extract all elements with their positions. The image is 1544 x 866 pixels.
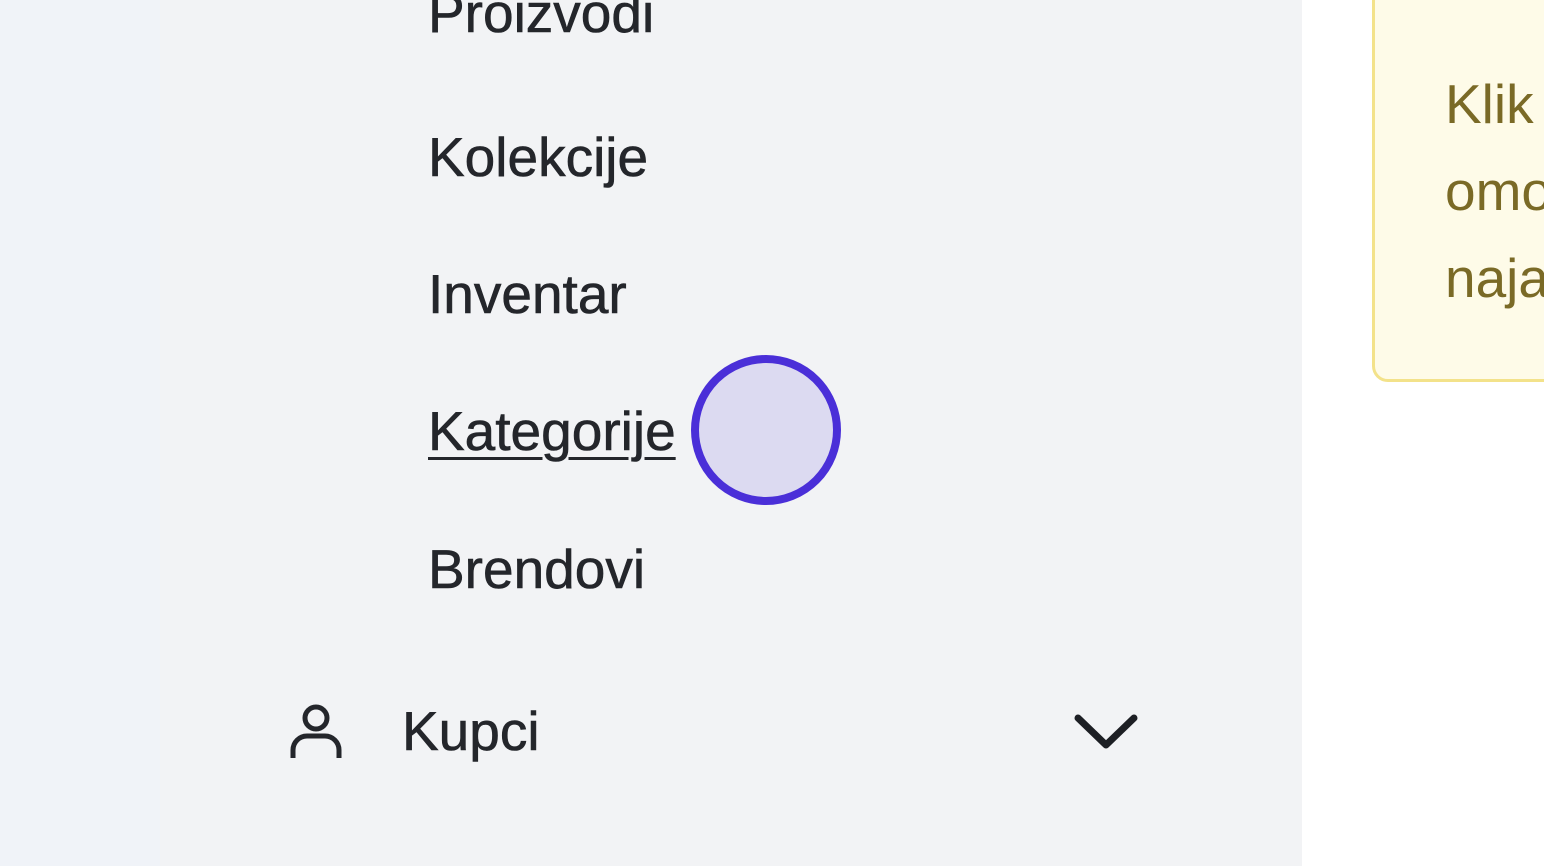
click-indicator xyxy=(691,355,841,505)
left-gutter xyxy=(0,0,160,866)
sidebar-item-brendovi[interactable]: Brendovi xyxy=(428,536,646,602)
sidebar-group-kupci[interactable]: Kupci xyxy=(280,690,1150,774)
notice-line: naja xyxy=(1445,247,1544,309)
notice-line: Klik xyxy=(1445,73,1534,135)
sidebar-item-proizvodi[interactable]: Proizvodi xyxy=(428,0,655,46)
sidebar-item-kategorije[interactable]: Kategorije xyxy=(428,398,676,464)
sidebar-item-kolekcije[interactable]: Kolekcije xyxy=(428,124,649,190)
chevron-down-icon[interactable] xyxy=(1074,712,1138,752)
sidebar-group-label: Kupci xyxy=(402,700,540,763)
sidebar-item-inventar[interactable]: Inventar xyxy=(428,261,627,327)
user-icon xyxy=(288,702,344,762)
info-notice: Klik omo naja xyxy=(1372,0,1544,382)
notice-line: omo xyxy=(1445,160,1544,222)
notice-text: Klik omo naja xyxy=(1445,61,1544,322)
